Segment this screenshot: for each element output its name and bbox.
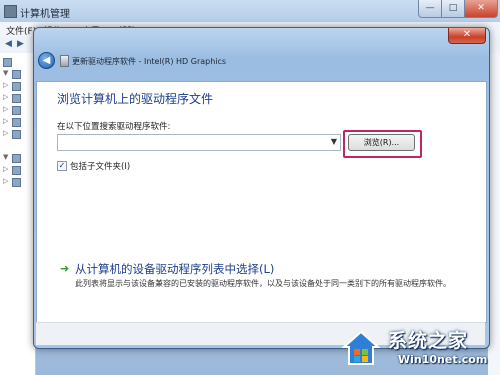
forward-arrow-icon[interactable]: ▶ [17,39,27,49]
console-tree: ▼ ▷ ▷ ▷ ▷ ▷ ▼ ▷ ▷ [0,53,36,375]
expand-arrow-icon[interactable]: ▼ [3,69,8,77]
expand-arrow-icon[interactable]: ▷ [3,105,8,113]
tree-item[interactable]: ▷ [3,93,31,103]
folder-icon [12,82,21,91]
services-icon [12,178,21,187]
watermark-name: 系统之家 [388,330,469,352]
expand-arrow-icon[interactable]: ▷ [3,93,8,101]
storage-icon [12,154,21,163]
tree-item[interactable] [3,57,31,67]
tree-item[interactable]: ▷ [3,81,31,91]
folder-icon [12,130,21,139]
device-icon [60,55,69,67]
green-arrow-icon: ➜ [60,262,70,275]
title-bar: 计算机管理 — □ ✕ [0,0,500,22]
tree-item[interactable]: ▷ [3,117,31,127]
back-arrow-icon[interactable]: ◀ [5,39,15,49]
window-title: 计算机管理 [20,9,70,20]
folder-icon [12,118,21,127]
expand-arrow-icon[interactable]: ▷ [3,177,8,185]
pick-from-list-description: 此列表将显示与该设备兼容的已安装的驱动程序软件，以及与该设备处于同一类别下的所有… [75,279,451,288]
tree-item[interactable]: ▼ [3,153,31,163]
dialog-close-button[interactable]: ✕ [448,28,486,44]
folder-icon [12,106,21,115]
expand-arrow-icon[interactable]: ▷ [3,81,8,89]
expand-arrow-icon[interactable]: ▷ [3,165,8,173]
watermark-url: Win10net.com [398,353,488,366]
menu-file[interactable]: 文件(F) [6,24,36,37]
maximize-button[interactable]: □ [441,0,465,18]
pick-from-list-link[interactable]: 从计算机的设备驱动程序列表中选择(L) [75,261,274,277]
disk-icon [12,166,21,175]
close-button[interactable]: ✕ [464,0,498,18]
back-button[interactable]: ◀ [38,52,55,69]
house-logo-icon [342,330,380,365]
update-driver-dialog: ✕ ◀ 更新驱动程序软件 - Intel(R) HD Graphics 浏览计算… [33,27,490,349]
tools-icon [12,70,21,79]
computer-icon [3,58,12,67]
tree-item[interactable]: ▷ [3,129,31,139]
watermark: 系统之家 Win10net.com [338,323,500,375]
computer-management-icon [4,5,17,18]
page-heading: 浏览计算机上的驱动程序文件 [57,92,214,106]
expand-arrow-icon[interactable]: ▼ [3,153,8,161]
dropdown-arrow-icon[interactable]: ▼ [331,137,337,146]
tree-item[interactable]: ▼ [3,69,31,79]
search-location-label: 在以下位置搜索驱动程序软件: [57,122,171,132]
folder-icon [12,94,21,103]
driver-path-combobox[interactable]: ▼ [57,134,341,151]
tree-item[interactable]: ▷ [3,177,31,187]
dialog-title: 更新驱动程序软件 - Intel(R) HD Graphics [72,57,227,66]
include-subfolders-checkbox[interactable]: ✓ [57,161,67,171]
expand-arrow-icon[interactable]: ▷ [3,117,8,125]
tree-item[interactable]: ▷ [3,105,31,115]
tree-item[interactable]: ▷ [3,165,31,175]
expand-arrow-icon[interactable]: ▷ [3,129,8,137]
browse-button[interactable]: 浏览(R)... [348,134,415,151]
dialog-content: 浏览计算机上的驱动程序文件 在以下位置搜索驱动程序软件: ▼ 浏览(R)... … [36,81,487,323]
include-subfolders-label[interactable]: 包括子文件夹(I) [70,160,130,172]
minimize-button[interactable]: — [418,0,442,18]
